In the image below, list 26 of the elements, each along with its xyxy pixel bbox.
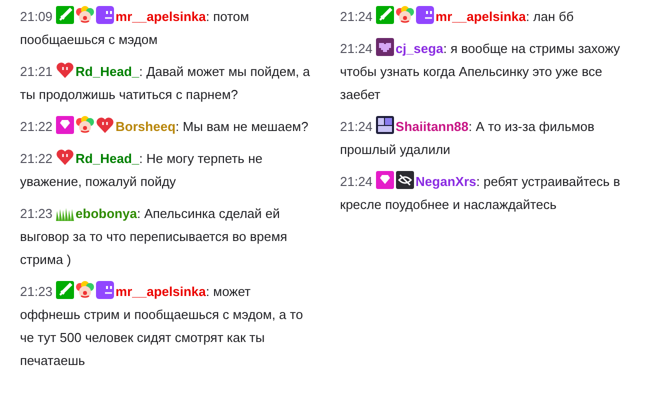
chat-message: 21:24 Shaiitann88: А то из-за фильмов прошлый удалили	[340, 112, 632, 164]
chat-message: 21:22 Rd_Head_: Не могу терпеть не уважение, пожалуй пойду	[20, 144, 312, 196]
heart-icon	[56, 61, 74, 79]
smiley-icon	[416, 6, 434, 24]
chat-message: 21:23 ebobonya: Апельсинка сделай ей выговор за то что переписывается во время стрима )	[20, 199, 312, 274]
smiley-icon	[96, 6, 114, 24]
hidden-eye-icon	[396, 171, 414, 189]
gem-icon	[56, 116, 74, 134]
chat-message: 21:23 mr__apelsinka: может оффнешь стрим и пообщаешься с мэдом, а то че тут 500 человек сидят смотрят как ты печатаешь	[20, 277, 312, 375]
clown-icon	[396, 6, 414, 24]
heart-icon	[56, 148, 74, 166]
chat-message: 21:09 mr__apelsinka: потом пообщаешься с мэдом	[20, 2, 312, 54]
chat-message: 21:24 mr__apelsinka: лан бб	[340, 2, 632, 31]
clown-icon	[76, 281, 94, 299]
smiley-icon	[96, 281, 114, 299]
chat-message: 21:21 Rd_Head_: Давай может мы пойдем, а ты продолжишь чатиться с парнем?	[20, 57, 312, 109]
chat-message: 21:24 cj_sega: я вообще на стримы захожу чтобы узнать когда Апельсинку это уже все заебет	[340, 34, 632, 109]
heart-icon	[96, 116, 114, 134]
gem-icon	[376, 171, 394, 189]
sword-icon	[376, 6, 394, 24]
chat-message: 21:22 Borsheeq: Мы вам не мешаем?	[20, 112, 312, 141]
chat-message: 21:24 NeganXrs: ребят устраивайтесь в кресле поудобнее и наслаждайтесь	[340, 167, 632, 219]
sword-icon	[56, 6, 74, 24]
clown-icon	[76, 116, 94, 134]
sword-icon	[56, 281, 74, 299]
clown-icon	[76, 6, 94, 24]
